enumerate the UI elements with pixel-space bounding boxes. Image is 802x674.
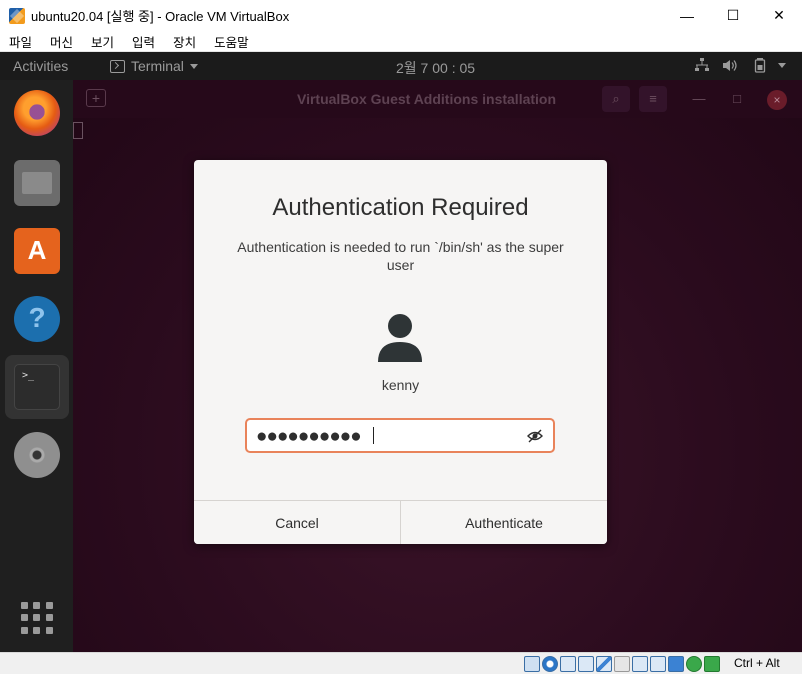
terminal-title: VirtualBox Guest Additions installation [297, 91, 557, 107]
help-icon[interactable] [14, 296, 60, 342]
software-icon[interactable] [14, 228, 60, 274]
chevron-down-icon [189, 63, 198, 69]
maximize-button[interactable]: ☐ [710, 0, 756, 31]
auth-dialog: Authentication Required Authentication i… [194, 160, 607, 544]
dialog-message: Authentication is needed to run `/bin/sh… [237, 239, 564, 273]
host-key-label: Ctrl + Alt [734, 656, 780, 670]
dvd-icon[interactable] [14, 432, 60, 478]
password-mask: ●●●●●●●●●● [256, 426, 362, 447]
dialog-title: Authentication Required [272, 194, 529, 221]
terminal-headerbar: + VirtualBox Guest Additions installatio… [73, 80, 802, 118]
search-icon[interactable]: ⌕ [602, 86, 630, 112]
minimize-button[interactable]: — [664, 0, 710, 31]
new-tab-button[interactable]: + [86, 89, 106, 107]
terminal-minimize-button[interactable]: — [685, 86, 713, 112]
text-cursor [373, 427, 374, 444]
hard-disk-icon[interactable] [524, 656, 540, 672]
files-icon[interactable] [14, 160, 60, 206]
terminal-small-icon [110, 59, 125, 73]
network-icon[interactable] [694, 58, 710, 72]
host-statusbar: Ctrl + Alt [0, 652, 802, 674]
audio-icon[interactable] [560, 656, 576, 672]
terminal-maximize-button[interactable]: □ [723, 86, 751, 112]
menu-input[interactable]: 입력 [123, 32, 164, 51]
host-window-controls: — ☐ ✕ [664, 0, 802, 31]
user-avatar-icon [378, 314, 422, 362]
menu-help[interactable]: 도움말 [205, 32, 258, 51]
network-adapter-icon[interactable] [578, 656, 594, 672]
app-menu-label: Terminal [131, 58, 184, 74]
recording-icon[interactable] [650, 656, 666, 672]
menu-machine[interactable]: 머신 [41, 32, 82, 51]
password-field[interactable]: ●●●●●●●●●● [245, 418, 555, 453]
authenticate-button[interactable]: Authenticate [400, 501, 607, 544]
firefox-icon[interactable] [14, 90, 60, 136]
terminal-icon[interactable] [14, 364, 60, 410]
host-menubar: 파일 머신 보기 입력 장치 도움말 [0, 31, 802, 52]
optical-drive-icon[interactable] [542, 656, 558, 672]
battery-icon[interactable] [752, 57, 768, 73]
gnome-topbar: Activities Terminal 2월 7 00 : 05 [0, 52, 802, 80]
menu-view[interactable]: 보기 [82, 32, 123, 51]
app-menu-terminal[interactable]: Terminal [110, 58, 198, 74]
close-button[interactable]: ✕ [756, 0, 802, 31]
show-apps-icon[interactable] [21, 602, 53, 634]
clock[interactable]: 2월 7 00 : 05 [396, 58, 475, 78]
usb-icon[interactable] [596, 656, 612, 672]
dialog-button-row: Cancel Authenticate [194, 500, 607, 544]
system-menu-chevron-icon[interactable] [778, 63, 786, 68]
keyboard-capture-icon[interactable] [704, 656, 720, 672]
virtualbox-app-icon [9, 7, 25, 24]
username-label: kenny [381, 377, 420, 393]
volume-icon[interactable] [722, 59, 738, 72]
display-icon[interactable] [632, 656, 648, 672]
terminal-cursor [73, 122, 83, 139]
mouse-integration-icon[interactable] [686, 656, 702, 672]
eye-hidden-icon[interactable] [527, 428, 543, 444]
activities-button[interactable]: Activities [13, 58, 68, 74]
host-window-title: ubuntu20.04 [실행 중] - Oracle VM VirtualBo… [31, 9, 290, 24]
cancel-button[interactable]: Cancel [194, 501, 400, 544]
shared-folders-icon[interactable] [614, 656, 630, 672]
device-status-icons [524, 656, 720, 672]
menu-devices[interactable]: 장치 [164, 32, 205, 51]
dock [0, 80, 73, 652]
menu-file[interactable]: 파일 [0, 32, 41, 51]
terminal-close-button[interactable]: × [767, 90, 787, 110]
virtualization-icon[interactable] [668, 656, 684, 672]
hamburger-menu-icon[interactable]: ≡ [639, 86, 667, 112]
host-titlebar: ubuntu20.04 [실행 중] - Oracle VM VirtualBo… [0, 0, 802, 31]
